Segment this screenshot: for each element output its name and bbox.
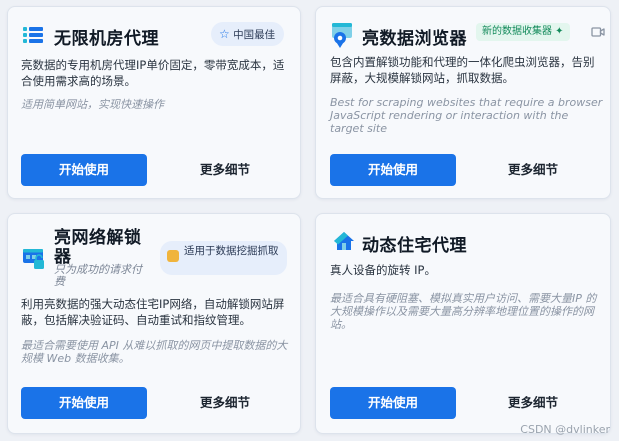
start-button[interactable]: 开始使用	[21, 154, 147, 186]
badge-label: 适用于数据挖掘抓取	[184, 245, 279, 257]
video-camera-icon[interactable]	[591, 26, 605, 38]
card-web-unlocker: 亮网络解锁器 只为成功的请求付费 适用于数据挖掘抓取 利用亮数据的强大动态住宅I…	[7, 213, 301, 434]
more-details-button[interactable]: 更多细节	[488, 387, 578, 419]
card-description: 包含内置解锁功能和代理的一体化爬虫浏览器，告别屏蔽，大规模解锁网站，抓取数据。	[330, 55, 595, 85]
unlocker-icon	[23, 249, 44, 269]
card-residential-proxy: 动态住宅代理 真人设备的旋转 IP。 最适合具有硬阻塞、模拟真实用户访问、需要大…	[315, 213, 611, 434]
card-note: 最适合需要使用 API 从难以抓取的网页中提取数据的大规模 Web 数据收集。	[21, 339, 288, 365]
card-description: 真人设备的旋转 IP。	[330, 263, 436, 277]
start-button[interactable]: 开始使用	[330, 387, 456, 419]
thumbs-up-icon	[167, 250, 179, 262]
card-subtitle: 只为成功的请求付费	[54, 263, 142, 288]
card-description: 利用亮数据的强大动态住宅IP网络，自动解锁网站屏蔽，包括解决验证码、自动重试和指…	[21, 297, 285, 327]
house-icon	[334, 232, 354, 250]
star-icon: ☆	[219, 27, 230, 41]
start-button[interactable]: 开始使用	[21, 387, 147, 419]
card-datacenter-proxy: 无限机房代理 ☆ 中国最佳 亮数据的专用机房代理IP单价固定，零带宽成本，适合使…	[7, 6, 301, 199]
browser-pin-icon	[332, 23, 352, 48]
card-description: 亮数据的专用机房代理IP单价固定，零带宽成本，适合使用需求高的场景。	[21, 58, 285, 88]
best-in-china-badge: ☆ 中国最佳	[211, 22, 285, 46]
more-details-button[interactable]: 更多细节	[180, 154, 270, 186]
badge-label: 中国最佳	[233, 29, 276, 41]
more-details-button[interactable]: 更多细节	[180, 387, 270, 419]
card-note: Best for scraping websites that require …	[330, 96, 603, 135]
more-details-button[interactable]: 更多细节	[488, 154, 578, 186]
data-mining-badge: 适用于数据挖掘抓取	[160, 241, 287, 275]
watermark: CSDN @dvlinker	[520, 423, 610, 436]
card-title: 动态住宅代理	[362, 236, 467, 256]
start-button[interactable]: 开始使用	[330, 154, 456, 186]
card-note: 适用简单网站，实现快速操作	[21, 98, 164, 111]
card-scraping-browser: 亮数据浏览器 新的数据收集器 ✦ 包含内置解锁功能和代理的一体化爬虫浏览器，告别…	[315, 6, 611, 199]
new-data-collector-badge: 新的数据收集器 ✦	[476, 23, 570, 41]
card-note: 最适合具有硬阻塞、模拟真实用户访问、需要大量IP 的大规模操作以及需要大量高分辨…	[330, 292, 597, 331]
card-title: 亮网络解锁器	[54, 228, 142, 267]
server-rack-icon	[23, 27, 43, 43]
card-title: 无限机房代理	[54, 29, 159, 49]
card-title: 亮数据浏览器	[362, 29, 467, 49]
